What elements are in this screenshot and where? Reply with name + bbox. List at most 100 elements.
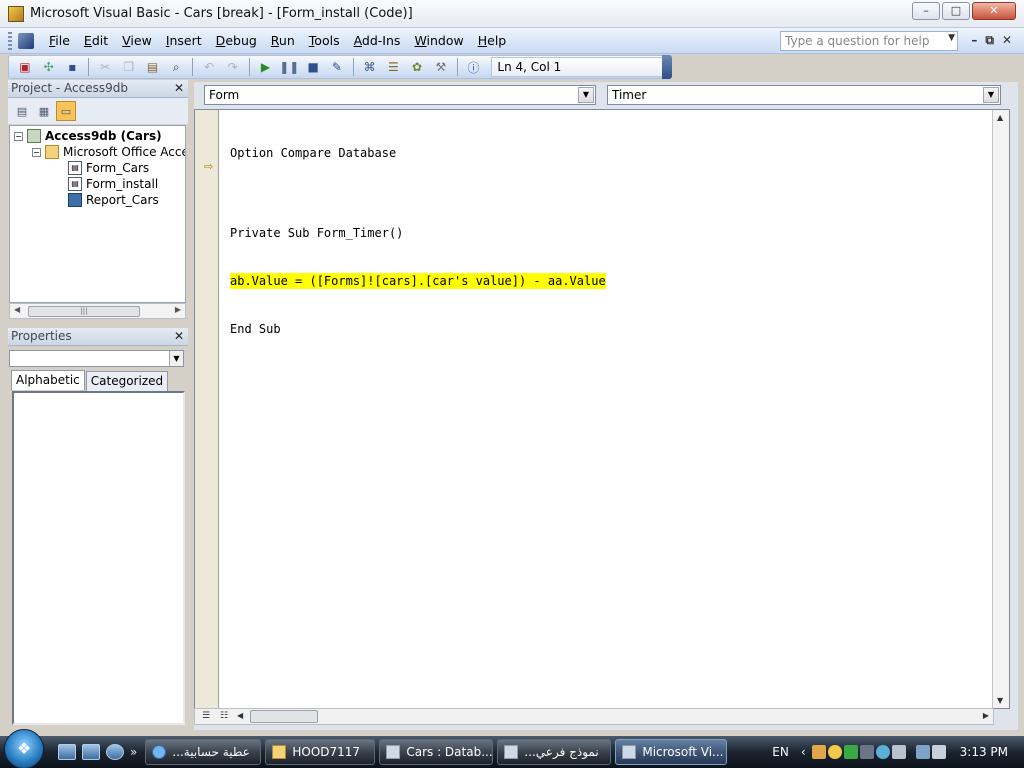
- copy-icon[interactable]: ❐: [119, 58, 139, 76]
- chevron-left-icon[interactable]: ‹: [801, 745, 806, 759]
- language-indicator[interactable]: EN: [772, 745, 789, 759]
- run-icon[interactable]: ▶: [256, 58, 276, 76]
- close-icon[interactable]: ✕: [172, 81, 186, 95]
- vb-app-icon[interactable]: [8, 5, 24, 22]
- design-mode-icon[interactable]: ✎: [327, 58, 347, 76]
- object-combo[interactable]: Form ▼: [204, 85, 596, 105]
- scroll-left-icon[interactable]: ◀: [237, 711, 243, 720]
- save-icon[interactable]: ▪: [62, 58, 82, 76]
- show-desktop-icon[interactable]: [58, 744, 76, 760]
- scroll-right-icon[interactable]: ▶: [983, 711, 989, 720]
- start-button[interactable]: ❖: [4, 729, 44, 768]
- properties-panel-title: Properties: [11, 329, 72, 343]
- toggle-folders-icon[interactable]: ▭: [56, 101, 76, 121]
- chevron-down-icon[interactable]: ▼: [948, 33, 955, 43]
- code-horizontal-scrollbar[interactable]: ☰ ☷ ◀ ▶: [194, 708, 994, 725]
- view-code-icon[interactable]: ▤: [12, 101, 32, 121]
- procedure-view-icon[interactable]: ☰: [199, 710, 213, 723]
- insert-module-icon[interactable]: ✣: [39, 58, 59, 76]
- menu-edit[interactable]: Edit: [77, 31, 115, 50]
- view-access-icon[interactable]: ▣: [15, 58, 35, 76]
- menu-insert[interactable]: Insert: [159, 31, 209, 50]
- full-module-view-icon[interactable]: ☷: [217, 710, 231, 723]
- scroll-up-icon[interactable]: ▲: [997, 113, 1003, 122]
- volume-icon[interactable]: [931, 745, 946, 759]
- tray-icon[interactable]: [811, 745, 826, 759]
- menu-add-ins[interactable]: Add-Ins: [347, 31, 408, 50]
- menu-window[interactable]: Window: [407, 31, 470, 50]
- minimize-button[interactable]: –: [912, 2, 940, 20]
- code-editor[interactable]: ⇨ Option Compare Database Private Sub Fo…: [194, 109, 1010, 709]
- project-horizontal-scrollbar[interactable]: ◀ ||| ▶: [9, 303, 186, 319]
- network-icon[interactable]: [915, 745, 930, 759]
- tree-root[interactable]: − Access9db (Cars): [14, 129, 162, 143]
- menu-help[interactable]: Help: [471, 31, 514, 50]
- paste-icon[interactable]: ▤: [143, 58, 163, 76]
- tree-item-form-install[interactable]: ▤ Form_install: [68, 177, 158, 191]
- chevron-down-icon[interactable]: ▼: [983, 87, 999, 103]
- cut-icon[interactable]: ✂: [95, 58, 115, 76]
- tray-icon[interactable]: [827, 745, 842, 759]
- tree-folder[interactable]: − Microsoft Office Access Class Objects: [32, 145, 185, 159]
- tab-categorized[interactable]: Categorized: [85, 371, 169, 391]
- taskbar-button[interactable]: عطية حسابية...: [145, 739, 262, 765]
- taskbar-button[interactable]: Microsoft Vi...: [615, 739, 728, 765]
- menu-run[interactable]: Run: [264, 31, 302, 50]
- scroll-thumb[interactable]: [250, 710, 318, 723]
- chevron-down-icon[interactable]: ▼: [169, 351, 183, 366]
- tree-item-form-cars[interactable]: ▤ Form_Cars: [68, 161, 149, 175]
- close-icon[interactable]: ✕: [172, 329, 186, 343]
- mdi-minimize-button[interactable]: –: [971, 33, 977, 48]
- properties-object-select[interactable]: ▼: [9, 350, 184, 367]
- break-icon[interactable]: ❚❚: [279, 58, 299, 76]
- undo-icon[interactable]: ↶: [199, 58, 219, 76]
- find-icon[interactable]: ⌕: [166, 58, 186, 76]
- scroll-thumb[interactable]: |||: [28, 306, 140, 317]
- menu-file[interactable]: File: [42, 31, 77, 50]
- collapse-icon[interactable]: −: [14, 131, 23, 141]
- redo-icon[interactable]: ↷: [223, 58, 243, 76]
- menu-tools[interactable]: Tools: [302, 31, 347, 50]
- chevron-right-icon[interactable]: »: [130, 745, 137, 759]
- mdi-close-button[interactable]: ✕: [1002, 33, 1012, 48]
- tree-item-report-cars[interactable]: Report_Cars: [68, 193, 159, 207]
- toolbox-icon[interactable]: ⚒: [431, 58, 451, 76]
- chevron-down-icon[interactable]: ▼: [578, 87, 594, 103]
- vb-document-icon[interactable]: [18, 32, 34, 49]
- code-text[interactable]: Option Compare Database Private Sub Form…: [230, 113, 606, 369]
- menu-debug[interactable]: Debug: [209, 31, 264, 50]
- procedure-combo[interactable]: Timer ▼: [607, 85, 1001, 105]
- properties-grid[interactable]: [12, 391, 185, 725]
- collapse-icon[interactable]: −: [32, 147, 41, 157]
- internet-explorer-icon[interactable]: [106, 744, 124, 760]
- object-browser-icon[interactable]: ✿: [407, 58, 427, 76]
- tray-icon[interactable]: [859, 745, 874, 759]
- scroll-down-icon[interactable]: ▼: [997, 696, 1003, 705]
- project-explorer-icon[interactable]: ⌘: [360, 58, 380, 76]
- tray-icon[interactable]: [843, 745, 858, 759]
- tab-alphabetic[interactable]: Alphabetic: [11, 370, 85, 390]
- view-object-icon[interactable]: ▦: [34, 101, 54, 121]
- taskbar-button[interactable]: HOOD7117: [265, 739, 376, 765]
- reset-icon[interactable]: ■: [303, 58, 323, 76]
- switch-windows-icon[interactable]: [82, 744, 100, 760]
- menu-view[interactable]: View: [115, 31, 159, 50]
- code-margin[interactable]: ⇨: [195, 110, 219, 708]
- help-search-input[interactable]: Type a question for help ▼: [780, 31, 958, 51]
- close-button[interactable]: ✕: [972, 2, 1016, 20]
- clock[interactable]: 3:13 PM: [960, 745, 1008, 759]
- mdi-restore-button[interactable]: ⧉: [985, 33, 994, 48]
- toolbar-separator: [248, 58, 250, 76]
- maximize-button[interactable]: □: [942, 2, 970, 20]
- tray-icon[interactable]: [891, 745, 906, 759]
- taskbar-button[interactable]: Cars : Datab...: [379, 739, 494, 765]
- scroll-left-icon[interactable]: ◀: [14, 305, 20, 314]
- properties-window-icon[interactable]: ☰: [383, 58, 403, 76]
- code-vertical-scrollbar[interactable]: ▲ ▼: [992, 110, 1009, 708]
- taskbar-button[interactable]: نموذج فرعي...: [497, 739, 612, 765]
- toolbar-options-handle[interactable]: [662, 55, 672, 79]
- help-icon[interactable]: ⓘ: [464, 58, 484, 76]
- scroll-right-icon[interactable]: ▶: [175, 305, 181, 314]
- tray-icon[interactable]: [875, 745, 890, 759]
- menubar-grip-icon[interactable]: [8, 31, 12, 50]
